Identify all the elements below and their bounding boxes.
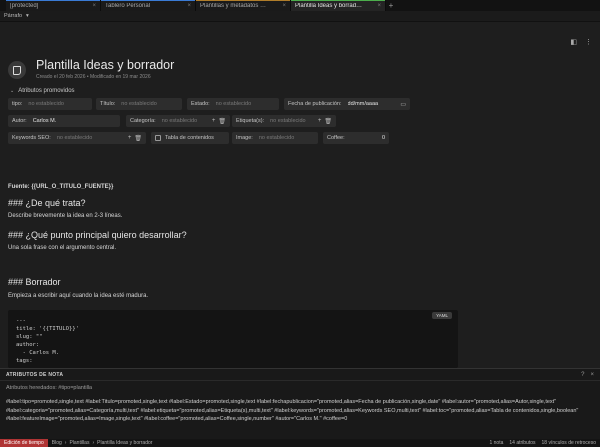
note-meta: Creado el 20 feb 2026 • Modificado en 19… bbox=[36, 74, 151, 80]
attr-label: Image: bbox=[236, 135, 253, 141]
close-icon[interactable]: × bbox=[92, 3, 96, 9]
attr-image-input[interactable]: no establecido bbox=[259, 135, 314, 141]
attr-label: Keywords SEO: bbox=[12, 135, 51, 141]
tab-plantilla-ideas[interactable]: Plantilla Ideas y borrad… × bbox=[291, 0, 386, 11]
note-header: Plantilla Ideas y borrador Creado el 20 … bbox=[8, 58, 174, 80]
trash-icon[interactable]: 🗑 bbox=[218, 118, 226, 125]
attr-etiquetas-input[interactable]: no establecido bbox=[270, 118, 318, 124]
panel-toggle-icon[interactable]: ◧ bbox=[570, 38, 577, 46]
chevron-down-icon: ⌄ bbox=[10, 88, 15, 94]
backlinks-count[interactable]: 18 vínculos de retroceso bbox=[542, 440, 596, 446]
attr-label: Autor: bbox=[12, 118, 27, 124]
code-block[interactable]: YAML --- title: '{{TITULO}}' slug: "" au… bbox=[8, 310, 458, 368]
status-bar: Edición de tiempo Blog › Plantillas › Pl… bbox=[0, 439, 600, 447]
chevron-down-icon[interactable]: ▾ bbox=[26, 13, 29, 19]
tab-plantillas-metadatos[interactable]: Plantillas y metadatos … × bbox=[196, 0, 291, 11]
attributes-editor[interactable]: #label:tipo=promoted,single,text #label:… bbox=[0, 395, 590, 427]
tab-protected[interactable]: [protected] × bbox=[6, 0, 101, 11]
attr-label: Etiqueta(s): bbox=[236, 118, 265, 124]
attr-tipo[interactable]: tipo: no establecido bbox=[8, 98, 92, 110]
close-icon[interactable]: × bbox=[282, 3, 286, 9]
editor-actions: ◧ ⋮ bbox=[570, 38, 592, 46]
attr-categoria[interactable]: Categoría: no establecido + 🗑 bbox=[126, 115, 230, 127]
date-input[interactable]: dd/mm/aaaa bbox=[348, 101, 401, 107]
attr-keywords-seo[interactable]: Keywords SEO: no establecido + 🗑 bbox=[8, 132, 146, 144]
attr-keywords-input[interactable]: no establecido bbox=[57, 135, 128, 141]
attr-toc[interactable]: Tabla de contenidos bbox=[151, 132, 229, 144]
attr-coffee-input[interactable]: 0 bbox=[351, 135, 385, 141]
heading-punto-principal[interactable]: ### ¿Qué punto principal quiero desarrol… bbox=[8, 230, 187, 240]
tab-label: Plantilla Ideas y borrad… bbox=[295, 2, 363, 9]
attr-label: Coffee: bbox=[327, 135, 345, 141]
attr-label: Categoría: bbox=[130, 118, 156, 124]
attr-autor-input[interactable]: Carlos M. bbox=[33, 118, 116, 124]
attributes-panel-title[interactable]: ATRIBUTOS DE NOTA bbox=[6, 372, 63, 378]
attr-label: Estado: bbox=[191, 101, 210, 107]
attr-image[interactable]: Image: no establecido bbox=[232, 132, 318, 144]
paragraph[interactable]: Describe brevemente la idea en 2-3 línea… bbox=[8, 213, 122, 219]
attr-categoria-input[interactable]: no establecido bbox=[162, 118, 212, 124]
attr-estado-input[interactable]: no establecido bbox=[216, 101, 275, 107]
code-language-badge[interactable]: YAML bbox=[432, 312, 452, 319]
promoted-attributes-label: Atributos promovidos bbox=[18, 88, 75, 94]
code-line: tags: bbox=[16, 358, 33, 364]
note-attributes-panel: ATRIBUTOS DE NOTA ? × Atributos heredado… bbox=[0, 368, 600, 439]
help-icon[interactable]: ? bbox=[581, 372, 584, 378]
add-icon[interactable]: + bbox=[128, 135, 132, 142]
calendar-icon[interactable]: ▭ bbox=[400, 101, 406, 108]
attr-etiquetas[interactable]: Etiqueta(s): no establecido + 🗑 bbox=[232, 115, 336, 127]
attr-tipo-input[interactable]: no establecido bbox=[28, 101, 88, 107]
toc-checkbox[interactable] bbox=[155, 135, 161, 141]
breadcrumb-item[interactable]: Plantilla Ideas y borrador bbox=[97, 440, 152, 446]
more-menu-icon[interactable]: ⋮ bbox=[585, 38, 592, 46]
code-line: slug: "" bbox=[16, 334, 43, 340]
edit-mode-badge[interactable]: Edición de tiempo bbox=[0, 439, 48, 447]
attr-autor[interactable]: Autor: Carlos M. bbox=[8, 115, 120, 127]
note-editor: ◧ ⋮ Plantilla Ideas y borrador Creado el… bbox=[0, 22, 600, 368]
attr-estado[interactable]: Estado: no establecido bbox=[187, 98, 279, 110]
tab-label: Tablero Personal bbox=[105, 2, 151, 9]
tab-label: [protected] bbox=[10, 2, 39, 9]
code-line: - Carlos M. bbox=[16, 350, 60, 356]
attr-titulo-input[interactable]: no establecido bbox=[121, 101, 178, 107]
attr-label: Tabla de contenidos bbox=[165, 135, 214, 141]
notes-count[interactable]: 1 nota bbox=[489, 440, 503, 446]
breadcrumb: Blog › Plantillas › Plantilla Ideas y bo… bbox=[51, 440, 153, 446]
source-line[interactable]: Fuente: {{URL_O_TITULO_FUENTE}} bbox=[8, 184, 113, 190]
attr-titulo[interactable]: Título: no establecido bbox=[96, 98, 182, 110]
promoted-attributes-toggle[interactable]: ⌄ Atributos promovidos bbox=[10, 88, 75, 94]
breadcrumb-item[interactable]: Blog bbox=[52, 440, 62, 446]
new-tab-button[interactable]: + bbox=[386, 0, 396, 11]
paragraph-style-select[interactable]: Párrafo bbox=[4, 13, 22, 19]
close-icon[interactable]: × bbox=[187, 3, 191, 9]
inherited-attributes: Atributos heredados: #tipo=plantilla bbox=[6, 385, 93, 391]
attr-label: tipo: bbox=[12, 101, 23, 107]
tab-strip: [protected] × Tablero Personal × Plantil… bbox=[0, 0, 600, 11]
breadcrumb-item[interactable]: Plantillas bbox=[69, 440, 89, 446]
attr-coffee[interactable]: Coffee: 0 bbox=[323, 132, 389, 144]
format-toolbar: Párrafo ▾ bbox=[0, 11, 600, 22]
trash-icon[interactable]: 🗑 bbox=[324, 118, 332, 125]
code-line: title: '{{TITULO}}' bbox=[16, 326, 79, 332]
attr-fecha-publicacion[interactable]: Fecha de publicación: dd/mm/aaaa ▭ bbox=[284, 98, 410, 110]
attributes-count[interactable]: 14 atributos bbox=[509, 440, 535, 446]
heading-borrador[interactable]: ### Borrador bbox=[8, 277, 61, 287]
close-icon[interactable]: × bbox=[377, 3, 381, 9]
note-icon[interactable] bbox=[8, 61, 26, 79]
tab-tablero-personal[interactable]: Tablero Personal × bbox=[101, 0, 196, 11]
attr-label: Título: bbox=[100, 101, 116, 107]
code-line: --- bbox=[16, 318, 26, 324]
code-line: author: bbox=[16, 342, 40, 348]
trash-icon[interactable]: 🗑 bbox=[134, 135, 142, 142]
tab-label: Plantillas y metadatos … bbox=[200, 2, 267, 9]
paragraph[interactable]: Empieza a escribir aquí cuando la idea e… bbox=[8, 293, 148, 299]
heading-de-que-trata[interactable]: ### ¿De qué trata? bbox=[8, 198, 86, 208]
note-title[interactable]: Plantilla Ideas y borrador bbox=[36, 58, 174, 72]
close-icon[interactable]: × bbox=[590, 372, 594, 378]
add-icon[interactable]: + bbox=[212, 118, 216, 125]
add-icon[interactable]: + bbox=[318, 118, 322, 125]
paragraph[interactable]: Una sola frase con el argumento central. bbox=[8, 245, 116, 251]
attr-label: Fecha de publicación: bbox=[288, 101, 342, 107]
